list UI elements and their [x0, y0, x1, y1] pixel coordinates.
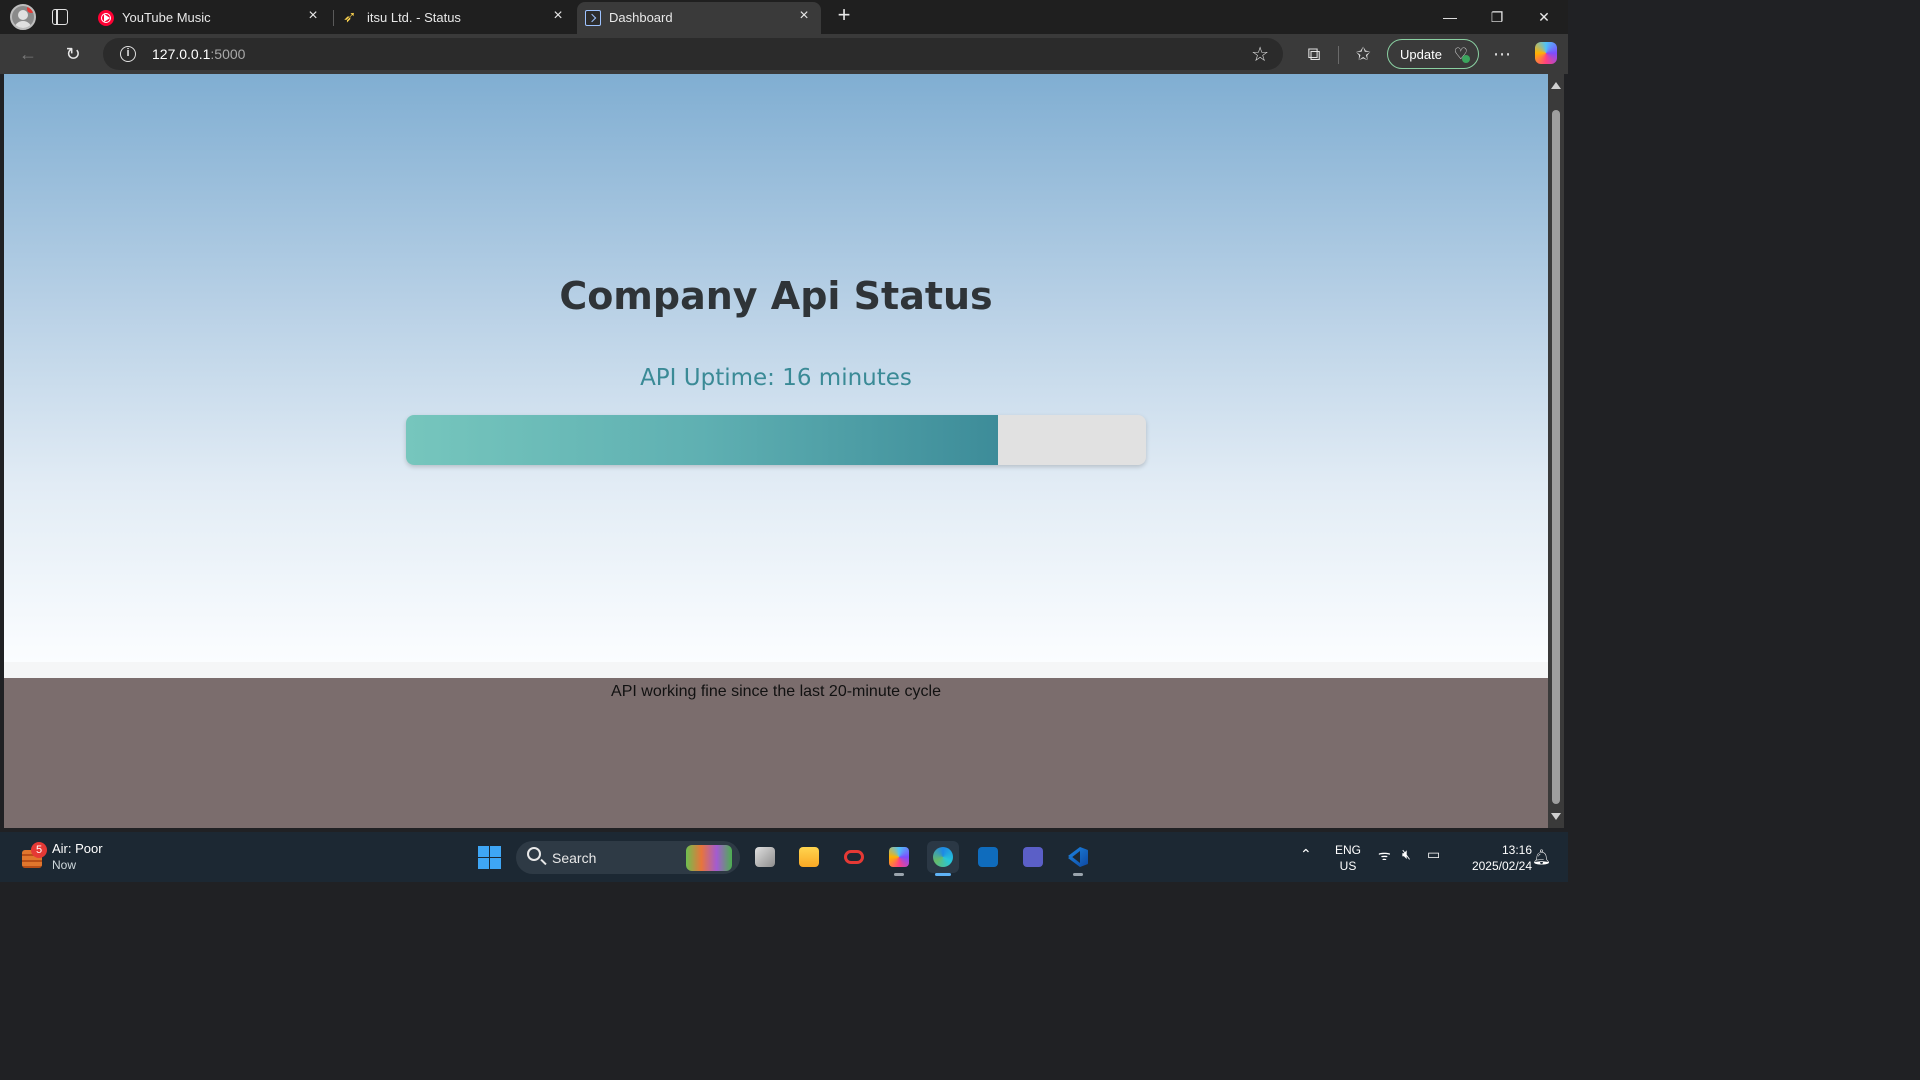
status-footer: API working fine since the last 20-minut… — [4, 678, 1548, 828]
address-bar[interactable]: i 127.0.0.1:5000 ☆ — [103, 38, 1283, 70]
windows-logo-icon — [478, 846, 489, 857]
office-icon — [844, 850, 864, 864]
clock-date: 2025/02/24 — [1471, 859, 1532, 873]
reload-icon[interactable]: ↻ — [61, 42, 85, 66]
close-window-icon[interactable]: ✕ — [1532, 6, 1556, 28]
page-viewport: Company Api Status API Uptime: 16 minute… — [4, 74, 1548, 828]
notifications-bell-icon[interactable]: 🔔︎ — [1532, 848, 1551, 866]
task-view-button[interactable] — [749, 841, 781, 873]
favorite-star-icon[interactable]: ☆ — [1251, 42, 1269, 67]
running-indicator — [1073, 873, 1083, 876]
title-bar: YouTube Music × ➶ itsu Ltd. - Status × D… — [0, 0, 1568, 34]
teams-button[interactable] — [1017, 841, 1049, 873]
uptime-progress-bar — [406, 415, 1146, 465]
tab-youtube-music[interactable]: YouTube Music × — [90, 2, 330, 34]
show-hidden-icons-icon[interactable]: ⌃ — [1300, 846, 1312, 863]
teams-icon — [1023, 847, 1043, 867]
vscode-button[interactable] — [1062, 841, 1094, 876]
hero-section: Company Api Status API Uptime: 16 minute… — [4, 74, 1548, 662]
tab-title: Dashboard — [609, 10, 673, 25]
copilot-icon[interactable] — [1535, 42, 1557, 64]
air-quality-icon[interactable]: 5 — [22, 842, 47, 868]
running-indicator — [894, 873, 904, 876]
search-icon — [527, 847, 541, 861]
url-port: :5000 — [210, 46, 246, 62]
url-text[interactable]: 127.0.0.1:5000 — [152, 46, 245, 62]
section-divider — [4, 662, 1548, 678]
edge-icon — [933, 847, 953, 867]
clock-time: 13:16 — [1501, 843, 1532, 857]
running-indicator — [935, 873, 951, 876]
tab-title: YouTube Music — [122, 10, 211, 25]
outlook-icon — [978, 847, 998, 867]
edge-button[interactable] — [927, 841, 959, 876]
tab-close-icon[interactable]: × — [551, 8, 565, 24]
tab-close-icon[interactable]: × — [797, 8, 811, 24]
start-button[interactable] — [478, 846, 501, 869]
update-button[interactable]: Update ♡ — [1387, 39, 1479, 69]
search-highlight-image — [686, 845, 732, 871]
file-explorer-button[interactable] — [793, 841, 825, 873]
uptime-progress-fill — [406, 415, 998, 465]
tab-close-icon[interactable]: × — [306, 8, 320, 24]
weather-title[interactable]: Air: Poor — [52, 841, 103, 856]
scroll-up-icon[interactable] — [1551, 82, 1561, 89]
vscode-icon — [1068, 847, 1088, 867]
weather-subtitle: Now — [52, 858, 77, 872]
wifi-icon[interactable]: ᯤ — [1378, 846, 1391, 865]
system-clock[interactable]: 13:16 2025/02/24 — [1452, 842, 1532, 874]
dashboard-icon — [585, 10, 601, 26]
task-view-icon — [755, 847, 775, 867]
new-tab-button[interactable]: + — [834, 4, 854, 26]
page-title: Company Api Status — [559, 274, 993, 318]
bird-icon: ➶ — [343, 9, 357, 26]
language-indicator[interactable]: ENG US — [1333, 842, 1363, 874]
notification-dot — [27, 6, 34, 13]
language-code: ENG — [1334, 843, 1361, 857]
extensions-icon[interactable]: ⧉ — [1302, 42, 1326, 66]
taskbar-search[interactable]: Search — [516, 841, 740, 874]
tab-actions-icon[interactable] — [52, 9, 68, 25]
copilot-app-button[interactable] — [883, 841, 915, 876]
minimize-icon[interactable]: — — [1438, 6, 1462, 28]
copilot-icon — [889, 847, 909, 867]
outlook-button[interactable] — [972, 841, 1004, 873]
page-scrollbar[interactable] — [1548, 74, 1564, 828]
windows-logo-icon — [490, 858, 501, 869]
favorites-icon[interactable]: ✩ — [1351, 42, 1375, 66]
browser-toolbar: ← ↻ i 127.0.0.1:5000 ☆ ⧉ ✩ Update ♡ ⋯ — [0, 34, 1568, 74]
windows-logo-icon — [478, 858, 489, 869]
uptime-text: API Uptime: 16 minutes — [640, 365, 912, 391]
tab-separator — [333, 10, 334, 26]
scroll-thumb[interactable] — [1552, 110, 1560, 804]
tab-itsu-status[interactable]: ➶ itsu Ltd. - Status × — [335, 2, 575, 34]
url-host: 127.0.0.1 — [152, 46, 211, 62]
back-arrow-icon[interactable]: ← — [16, 42, 40, 66]
file-explorer-icon — [799, 847, 819, 867]
tab-title: itsu Ltd. - Status — [367, 10, 461, 25]
youtube-music-icon — [98, 10, 114, 26]
office-button[interactable] — [838, 841, 870, 873]
scroll-down-icon[interactable] — [1551, 813, 1561, 820]
browser-health-icon: ♡ — [1453, 46, 1471, 63]
update-label: Update — [1400, 47, 1442, 62]
search-label: Search — [552, 850, 597, 866]
status-message: API working fine since the last 20-minut… — [611, 683, 941, 700]
windows-logo-icon — [490, 846, 501, 857]
profile-avatar-icon[interactable] — [10, 4, 36, 30]
restore-icon[interactable]: ❐ — [1485, 6, 1509, 28]
site-info-icon[interactable]: i — [120, 46, 136, 62]
air-quality-badge: 5 — [31, 842, 47, 858]
volume-muted-icon[interactable]: 🔇︎ — [1402, 846, 1411, 863]
tab-dashboard[interactable]: Dashboard × — [577, 2, 821, 34]
region-code: US — [1339, 859, 1357, 873]
toolbar-divider — [1338, 46, 1339, 64]
more-menu-icon[interactable]: ⋯ — [1490, 42, 1514, 66]
taskbar: 5 Air: Poor Now Search ⌃ ENG US ᯤ 🔇︎ ▭ 1… — [0, 832, 1568, 882]
battery-icon[interactable]: ▭ — [1427, 846, 1440, 863]
